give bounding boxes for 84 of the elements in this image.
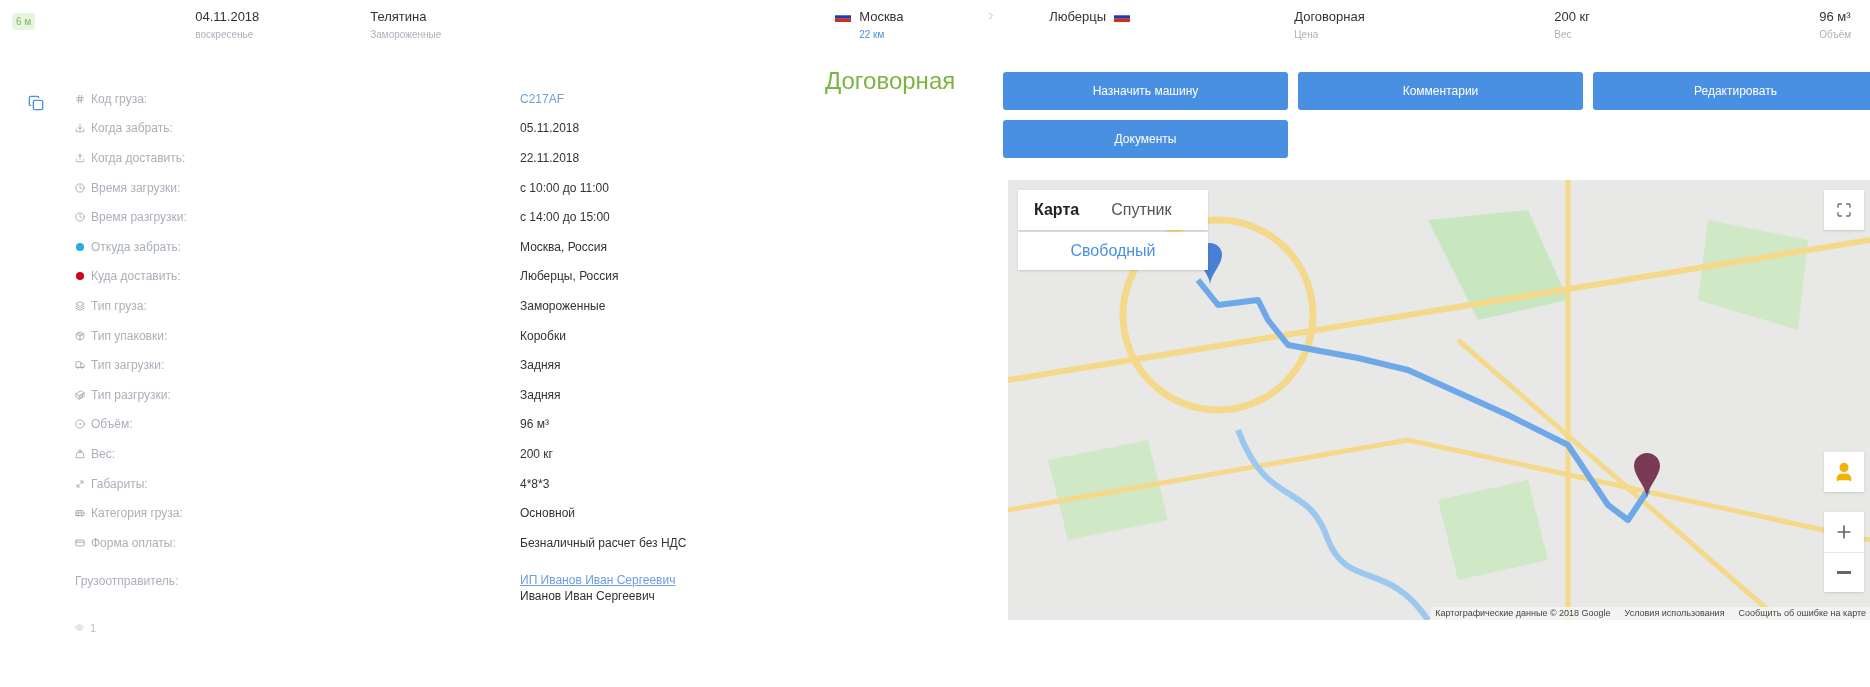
field-value: Москва, Россия [520,238,607,256]
summary-caption: воскресенье [195,27,255,42]
clock-icon [75,212,85,223]
view-count: 1 [90,620,97,636]
field-value: Люберцы, Россия [520,268,619,286]
field-label: Вес: [91,445,115,463]
field-label: Грузоотправитель: [75,572,180,590]
map[interactable]: Карта Спутник Свободный Картографические данные © 2018 Google Условия использования Сообщить об ошибке на карте [1008,180,1870,620]
field-label: Тип упаковки: [91,327,168,345]
clock-icon [75,182,85,193]
summary-value: 200 кг [1554,8,1591,26]
minus-icon [1837,571,1851,574]
street-view-button[interactable] [1824,452,1864,492]
field-value: с 14:00 до 15:00 [520,209,610,227]
field-value: Безналичный расчет без НДС [520,534,687,552]
summary-caption: 22 км [859,27,886,42]
layers-icon [75,300,85,311]
copy-icon[interactable] [28,94,44,112]
field-label: Категория груза: [91,505,183,523]
field-label: Откуда забрать: [91,238,182,256]
field-value: с 10:00 до 11:00 [520,179,609,197]
summary-value: 04.11.2018 [195,8,261,26]
age-badge: 6 м [12,13,36,30]
map-type-tab[interactable]: Карта [1018,190,1096,230]
flag-icon [1114,11,1131,22]
field-value: 96 м³ [520,416,549,434]
summary-value: Телятина [370,8,428,26]
action-button[interactable]: Редактировать [1593,72,1870,110]
eye-icon [75,623,84,633]
field-label: Тип загрузки: [91,357,165,375]
download-icon [75,123,85,134]
container-icon [75,389,85,400]
fullscreen-icon [1836,202,1852,218]
summary-value: Договорная [1294,8,1366,26]
summary-value: Москва [859,8,904,26]
cargo-code: C217AF [520,90,565,108]
action-button[interactable]: Комментарии [1298,72,1583,110]
flag-icon [835,11,852,22]
bus-icon [75,508,85,519]
action-button[interactable]: Документы [1003,120,1288,158]
card-icon [75,537,85,548]
map-attribution: Картографические данные © 2018 Google [1435,606,1611,620]
field-label: Форма оплаты: [91,534,176,552]
summary-value: Люберцы [1049,8,1107,26]
hash-icon [75,93,85,104]
summary-caption: Замороженные [370,27,443,42]
map-type-tab[interactable]: Спутник [1095,190,1188,230]
field-label: Время загрузки: [91,179,181,197]
field-value: 22.11.2018 [520,150,580,167]
summary-caption: Вес [1554,27,1573,42]
price-heading: Договорная [825,66,957,93]
map-attribution[interactable]: Сообщить об ошибке на карте [1738,606,1866,620]
field-label: Тип разгрузки: [91,386,171,404]
summary-caption: Объём [1819,27,1852,42]
field-value: 4*8*3 [520,475,550,493]
field-label: Когда доставить: [91,150,186,167]
field-label: Куда доставить: [91,268,181,286]
field-label: Код груза: [91,90,148,108]
truck-icon [75,360,85,371]
field-label: Когда забрать: [91,120,173,138]
weight-icon [75,448,85,459]
circle-icon [75,419,85,430]
field-value: 05.11.2018 [520,120,580,138]
summary-caption: Цена [1294,27,1320,42]
fullscreen-button[interactable] [1824,190,1864,230]
upload-icon [75,153,85,163]
summary-value: 96 м³ [1819,8,1852,26]
field-value: Коробки [520,327,566,345]
field-value: Задняя [520,357,561,375]
field-value: Задняя [520,386,561,404]
field-label: Габариты: [91,475,148,493]
field-label: Объём: [91,416,133,434]
field-value: Замороженные [520,297,606,315]
field-value: 200 кг [520,445,553,463]
package-icon [75,330,85,341]
field-label: Время разгрузки: [91,209,187,227]
contact-name: Иванов Иван Сергеевич [520,587,656,604]
field-value: Основной [520,505,575,523]
diagonal-arrow-icon [75,478,85,489]
company-link[interactable]: ИП Иванов Иван Сергеевич [520,571,676,588]
map-attribution[interactable]: Условия использования [1624,606,1725,620]
action-button[interactable]: Назначить машину [1003,72,1288,110]
free-button[interactable]: Свободный [1018,232,1208,270]
field-label: Тип груза: [91,297,147,315]
